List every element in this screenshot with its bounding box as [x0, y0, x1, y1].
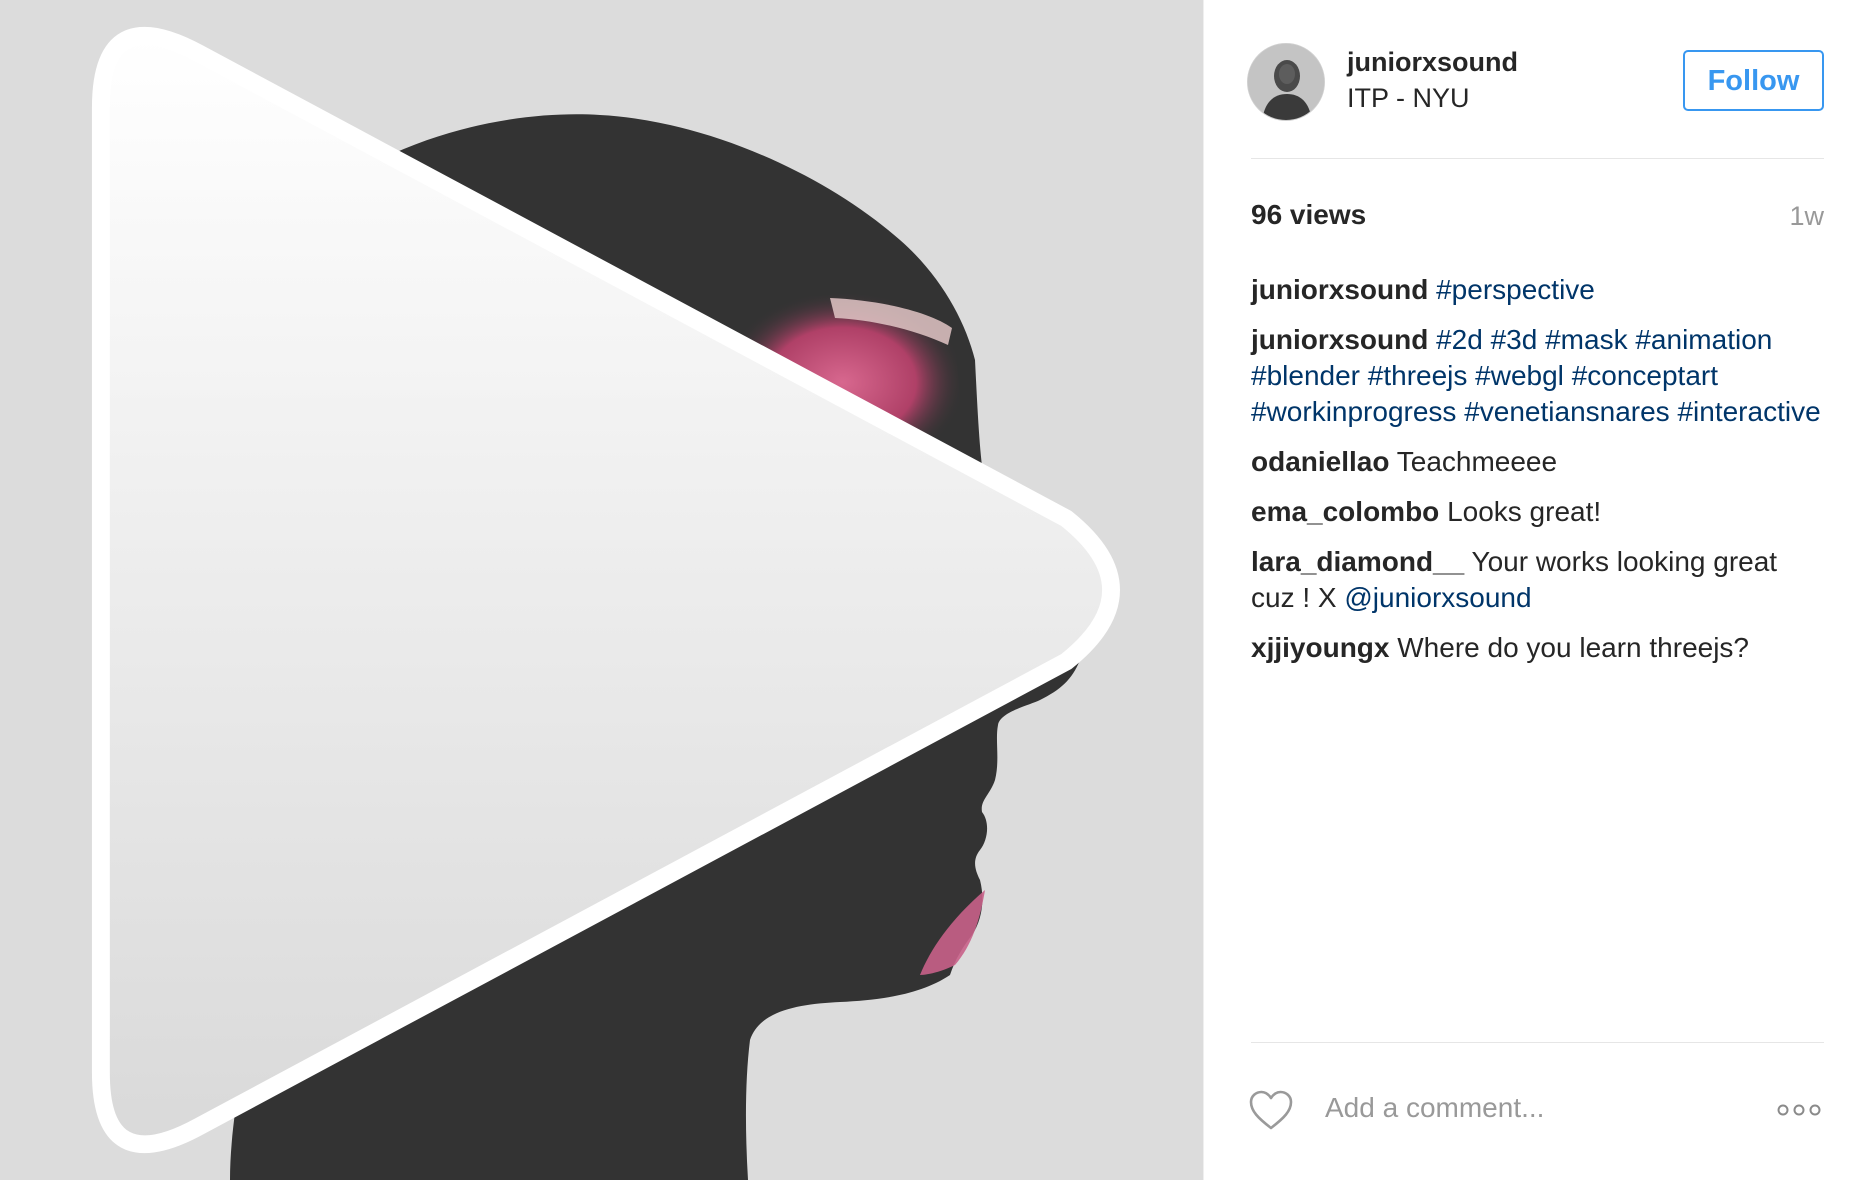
- comment-item: lara_diamond__ Your works looking great …: [1251, 544, 1826, 616]
- view-count: 96 views: [1251, 199, 1367, 230]
- username-link[interactable]: juniorxsound: [1347, 47, 1518, 78]
- hashtag-link[interactable]: #3d: [1491, 324, 1538, 355]
- hashtag-link[interactable]: #animation: [1635, 324, 1772, 355]
- hashtag-link[interactable]: #conceptart: [1572, 360, 1718, 391]
- hashtag-link[interactable]: #blender: [1251, 360, 1360, 391]
- play-icon[interactable]: [0, 0, 1203, 1180]
- footer-divider: [1251, 1042, 1824, 1043]
- comment-author-link[interactable]: odaniellao: [1251, 446, 1389, 477]
- comment-text: Looks great!: [1447, 496, 1602, 527]
- comment-text: [1360, 360, 1368, 391]
- comment-text: [1483, 324, 1491, 355]
- post-timestamp[interactable]: 1w: [1764, 201, 1824, 232]
- hashtag-link[interactable]: #2d: [1436, 324, 1483, 355]
- hashtag-link[interactable]: #mask: [1545, 324, 1627, 355]
- hashtag-link[interactable]: #threejs: [1368, 360, 1468, 391]
- comment-item: xjjiyoungx Where do you learn threejs?: [1251, 630, 1826, 666]
- comment-author-link[interactable]: xjjiyoungx: [1251, 632, 1389, 663]
- comment-input[interactable]: [1319, 1086, 1661, 1130]
- follow-button[interactable]: Follow: [1683, 50, 1824, 111]
- post-header: juniorxsound ITP - NYU Follow: [1204, 0, 1874, 160]
- comment-author-link[interactable]: juniorxsound: [1251, 274, 1428, 305]
- post-dialog: juniorxsound ITP - NYU Follow 96 views 1…: [0, 0, 1874, 1180]
- post-media[interactable]: [0, 0, 1203, 1180]
- comment-author-link[interactable]: juniorxsound: [1251, 324, 1428, 355]
- header-divider: [1251, 158, 1824, 159]
- comment-item: juniorxsound #2d #3d #mask #animation #b…: [1251, 322, 1826, 430]
- avatar[interactable]: [1247, 43, 1325, 121]
- ellipsis-icon[interactable]: [1774, 1098, 1824, 1122]
- hashtag-link[interactable]: #venetiansnares: [1464, 396, 1669, 427]
- comment-item: juniorxsound #perspective: [1251, 272, 1826, 308]
- comment-text: [1467, 360, 1475, 391]
- hashtag-link[interactable]: #perspective: [1436, 274, 1595, 305]
- avatar-photo: [1248, 44, 1324, 120]
- location-link[interactable]: ITP - NYU: [1347, 83, 1470, 114]
- mention-link[interactable]: @juniorxsound: [1344, 582, 1531, 613]
- comment-item: odaniellao Teachmeeee: [1251, 444, 1826, 480]
- comment-item: ema_colombo Looks great!: [1251, 494, 1826, 530]
- comment-text: Where do you learn threejs?: [1397, 632, 1749, 663]
- hashtag-link[interactable]: #workinprogress: [1251, 396, 1456, 427]
- heart-outline-icon[interactable]: [1248, 1089, 1294, 1131]
- comment-list: juniorxsound #perspective juniorxsound #2…: [1251, 272, 1826, 680]
- post-details-panel: juniorxsound ITP - NYU Follow 96 views 1…: [1203, 0, 1874, 1180]
- comment-author-link[interactable]: lara_diamond__: [1251, 546, 1464, 577]
- hashtag-link[interactable]: #webgl: [1475, 360, 1564, 391]
- comment-author-link[interactable]: ema_colombo: [1251, 496, 1439, 527]
- comment-text: [1564, 360, 1572, 391]
- hashtag-link[interactable]: #interactive: [1677, 396, 1820, 427]
- comment-text: Teachmeeee: [1396, 446, 1558, 477]
- comment-text: [1537, 324, 1545, 355]
